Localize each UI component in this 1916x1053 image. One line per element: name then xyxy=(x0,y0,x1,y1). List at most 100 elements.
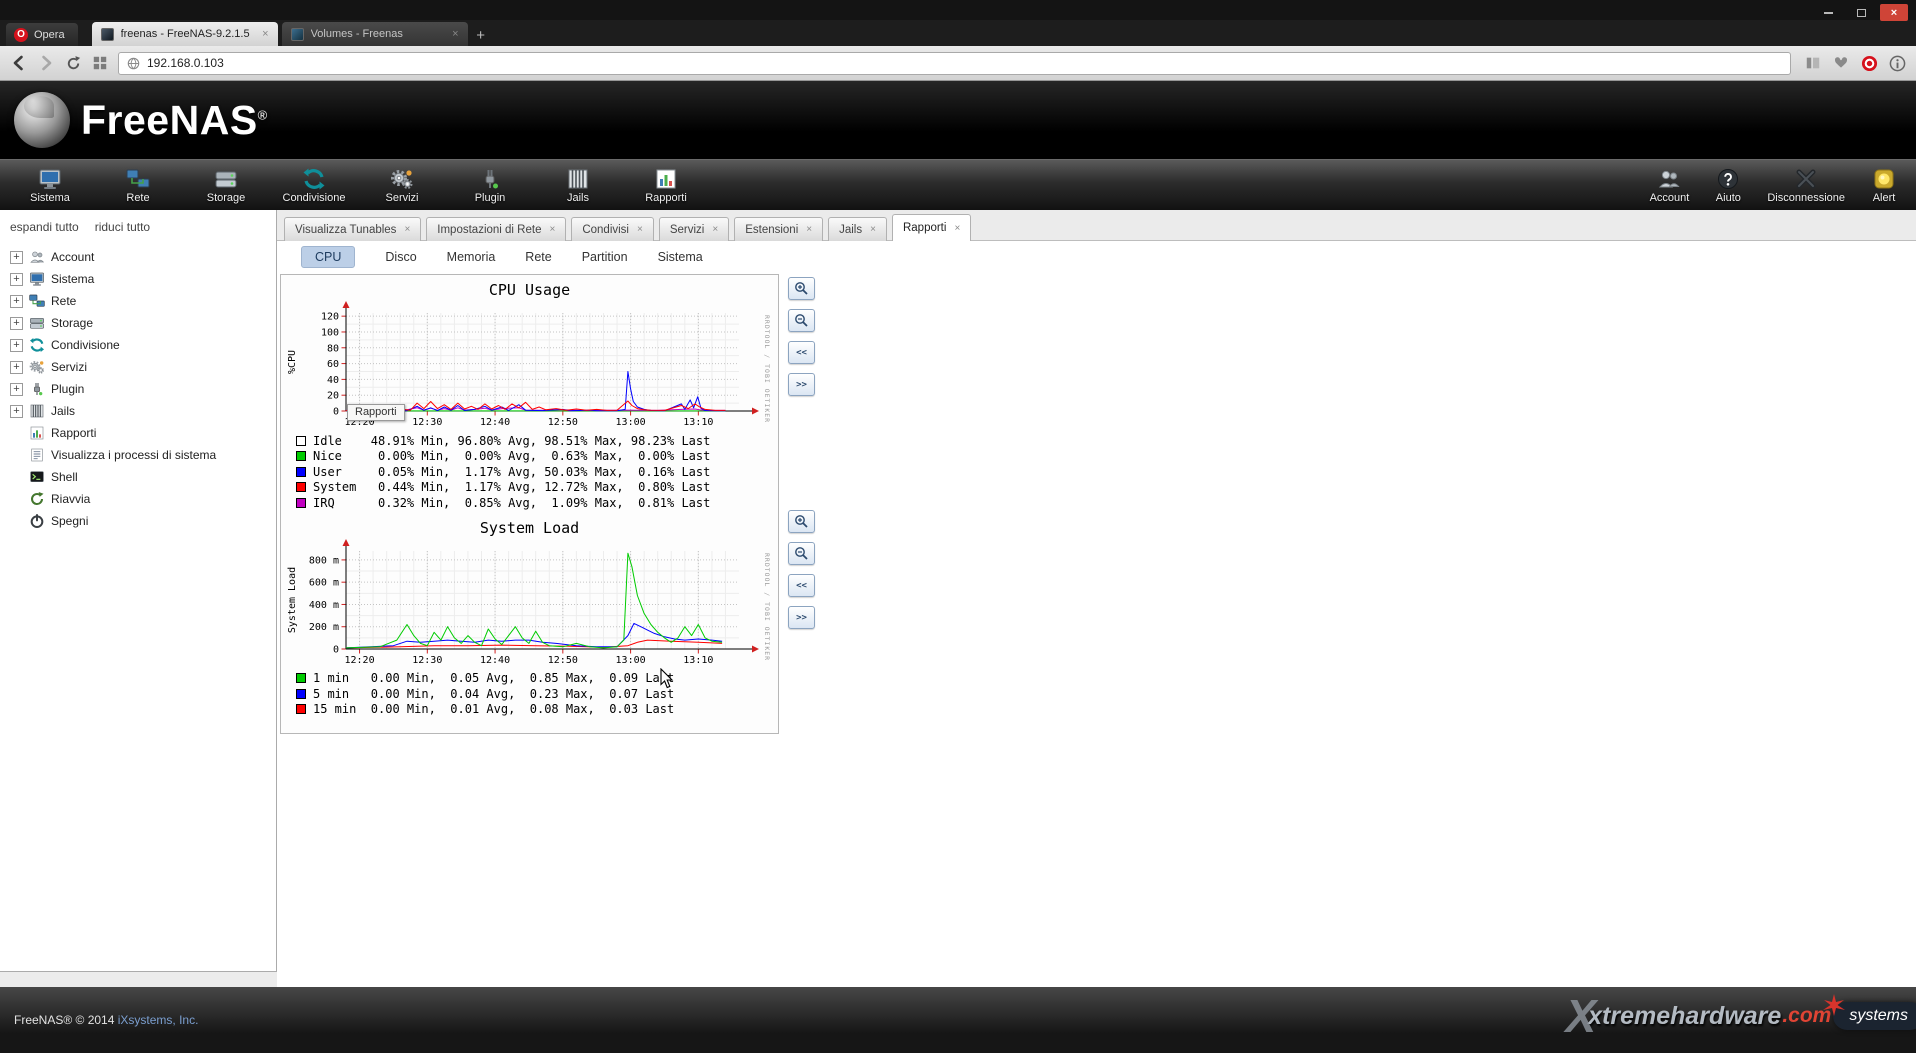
jails-icon xyxy=(565,167,591,191)
sidebar-item-spegni[interactable]: Spegni xyxy=(10,510,276,532)
ixsystems-link[interactable]: iXsystems, Inc. xyxy=(118,1013,199,1027)
legend-text: System 0.44% Min, 1.17% Avg, 12.72% Max,… xyxy=(313,480,710,494)
tab-cpu[interactable]: CPU xyxy=(301,246,355,268)
tab-jails[interactable]: Jails× xyxy=(828,217,887,241)
svg-text:13:10: 13:10 xyxy=(683,417,713,428)
tab-visualizza-tunables[interactable]: Visualizza Tunables× xyxy=(284,217,421,241)
toolbar-account[interactable]: Account xyxy=(1637,160,1703,210)
sidebar-item-servizi[interactable]: +Servizi xyxy=(10,356,276,378)
svg-text:12:40: 12:40 xyxy=(480,417,510,428)
close-button[interactable]: × xyxy=(1880,4,1908,21)
toolbar-servizi[interactable]: Servizi xyxy=(358,160,446,210)
freenas-logo-text: FreeNAS® xyxy=(81,97,268,144)
svg-text:200 m: 200 m xyxy=(309,622,339,633)
toolbar-disconnessione[interactable]: Disconnessione xyxy=(1754,160,1858,210)
reload-button[interactable] xyxy=(64,54,82,72)
sidebar-item-rete[interactable]: +Rete xyxy=(10,290,276,312)
address-field[interactable]: 192.168.0.103 xyxy=(118,52,1791,75)
speed-dial-icon[interactable] xyxy=(91,54,109,72)
opera-menu-button[interactable]: O Opera xyxy=(6,23,78,46)
scroll-back-button[interactable]: << xyxy=(788,574,815,597)
sidebar-item-processi[interactable]: Visualizza i processi di sistema xyxy=(10,444,276,466)
back-button[interactable] xyxy=(10,54,28,72)
expand-icon[interactable]: + xyxy=(10,405,23,418)
legend-text: 1 min 0.00 Min, 0.05 Avg, 0.85 Max, 0.09… xyxy=(313,671,674,685)
tab-disco[interactable]: Disco xyxy=(385,250,416,264)
expand-icon[interactable]: + xyxy=(10,251,23,264)
tab-close-icon[interactable]: × xyxy=(954,223,960,234)
toolbar-rapporti[interactable]: Rapporti xyxy=(622,160,710,210)
tab-close-icon[interactable]: × xyxy=(637,224,643,235)
zoom-in-button[interactable] xyxy=(788,277,815,300)
services-icon xyxy=(29,359,45,375)
tab-close-icon[interactable]: × xyxy=(806,224,812,235)
heart-icon[interactable] xyxy=(1832,54,1850,72)
sidebar-item-shell[interactable]: Shell xyxy=(10,466,276,488)
tab-close-icon[interactable]: × xyxy=(404,224,410,235)
tab-servizi[interactable]: Servizi× xyxy=(659,217,729,241)
toolbar-sistema[interactable]: Sistema xyxy=(6,160,94,210)
toolbar-storage[interactable]: Storage xyxy=(182,160,270,210)
sidebar-item-label: Account xyxy=(51,250,94,264)
tab-close-icon[interactable]: × xyxy=(452,28,458,40)
browser-tab-freenas[interactable]: freenas - FreeNAS-9.2.1.5 × xyxy=(92,22,278,46)
toolbar-alert[interactable]: Alert xyxy=(1858,160,1910,210)
tab-close-icon[interactable]: × xyxy=(549,224,555,235)
toolbar-jails[interactable]: Jails xyxy=(534,160,622,210)
svg-text:400 m: 400 m xyxy=(309,599,339,610)
tab-close-icon[interactable]: × xyxy=(712,224,718,235)
panels-icon[interactable] xyxy=(1804,54,1822,72)
sidebar-item-jails[interactable]: +Jails xyxy=(10,400,276,422)
expand-icon[interactable]: + xyxy=(10,317,23,330)
expand-icon[interactable]: + xyxy=(10,361,23,374)
opera-turbo-icon[interactable] xyxy=(1860,54,1878,72)
toolbar-aiuto[interactable]: Aiuto xyxy=(1702,160,1754,210)
sidebar-item-sistema[interactable]: +Sistema xyxy=(10,268,276,290)
zoom-out-button[interactable] xyxy=(788,542,815,565)
maximize-button[interactable] xyxy=(1847,4,1875,21)
tab-sistema[interactable]: Sistema xyxy=(658,250,703,264)
expand-all-link[interactable]: espandi tutto xyxy=(10,220,79,234)
sidebar-item-account[interactable]: + Account xyxy=(10,246,276,268)
tab-partition[interactable]: Partition xyxy=(582,250,628,264)
sidebar-item-rapporti[interactable]: Rapporti xyxy=(10,422,276,444)
tab-condivisi[interactable]: Condivisi× xyxy=(571,217,654,241)
browser-tab-volumes[interactable]: Volumes - Freenas × xyxy=(282,22,468,46)
sidebar-item-storage[interactable]: +Storage xyxy=(10,312,276,334)
logo-highlight xyxy=(24,96,54,118)
zoom-out-button[interactable] xyxy=(788,309,815,332)
scroll-back-button[interactable]: << xyxy=(788,341,815,364)
expand-icon[interactable]: + xyxy=(10,383,23,396)
expand-icon[interactable]: + xyxy=(10,273,23,286)
zoom-in-button[interactable] xyxy=(788,510,815,533)
toolbar-plugin[interactable]: Plugin xyxy=(446,160,534,210)
copyright-text: FreeNAS® © 2014 iXsystems, Inc. xyxy=(14,1013,198,1027)
legend-row: 15 min 0.00 Min, 0.01 Avg, 0.08 Max, 0.0… xyxy=(296,702,775,718)
forward-button[interactable] xyxy=(37,54,55,72)
sidebar-item-label: Riavvia xyxy=(51,492,90,506)
expand-icon[interactable]: + xyxy=(10,339,23,352)
scroll-forward-button[interactable]: >> xyxy=(788,373,815,396)
tab-close-icon[interactable]: × xyxy=(870,224,876,235)
tab-memoria[interactable]: Memoria xyxy=(447,250,496,264)
tab-rete[interactable]: Rete xyxy=(525,250,551,264)
toolbar-rete[interactable]: Rete xyxy=(94,160,182,210)
tab-rapporti[interactable]: Rapporti× xyxy=(892,214,971,241)
info-icon[interactable] xyxy=(1888,54,1906,72)
tab-impostazioni-di-rete[interactable]: Impostazioni di Rete× xyxy=(426,217,566,241)
tab-close-icon[interactable]: × xyxy=(262,28,268,40)
sidebar-item-plugin[interactable]: +Plugin xyxy=(10,378,276,400)
tab-estensioni[interactable]: Estensioni× xyxy=(734,217,823,241)
watermark-badge: systems xyxy=(1833,1002,1916,1030)
expand-icon[interactable]: + xyxy=(10,295,23,308)
svg-text:RRDTOOL / TOBI OETIKER: RRDTOOL / TOBI OETIKER xyxy=(763,553,771,661)
minimize-button[interactable] xyxy=(1814,4,1842,21)
new-tab-button[interactable]: + xyxy=(468,24,494,46)
plugins-icon xyxy=(29,381,45,397)
collapse-all-link[interactable]: riduci tutto xyxy=(95,220,150,234)
sidebar-item-riavvia[interactable]: Riavvia xyxy=(10,488,276,510)
scroll-forward-button[interactable]: >> xyxy=(788,606,815,629)
sidebar-item-condivisione[interactable]: +Condivisione xyxy=(10,334,276,356)
alert-icon xyxy=(1871,167,1897,191)
toolbar-condivisione[interactable]: Condivisione xyxy=(270,160,358,210)
